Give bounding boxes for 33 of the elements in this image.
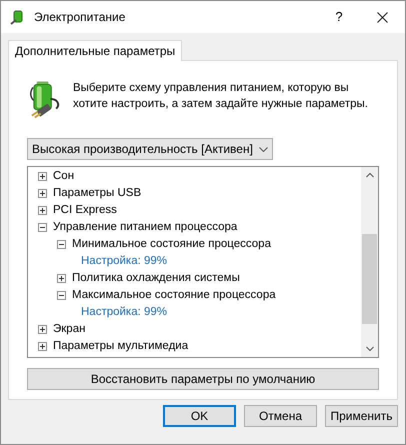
expand-icon[interactable]	[38, 342, 47, 351]
collapse-icon[interactable]	[38, 223, 47, 232]
plan-dropdown[interactable]: Высокая производительность [Активен]	[27, 138, 273, 160]
tab[interactable]: Дополнительные параметры	[8, 40, 182, 61]
collapse-icon[interactable]	[57, 240, 66, 249]
setting-value[interactable]: Настройка: 99%	[81, 252, 168, 270]
tree-item[interactable]: Параметры мультимедиа	[53, 338, 188, 356]
tree-item[interactable]: Параметры USB	[53, 184, 142, 202]
help-button[interactable]: ?	[319, 1, 359, 33]
expand-icon[interactable]	[38, 189, 47, 198]
restore-defaults-button[interactable]: Восстановить параметры по умолчанию	[27, 368, 379, 390]
tree-item[interactable]: Минимальное состояние процессора	[72, 236, 271, 254]
window-title: Электропитание	[34, 9, 126, 26]
tree-item[interactable]: Политика охлаждения системы	[72, 270, 240, 288]
intro-text: Выберите схему управления питанием, которую вы хотите настроить, а затем задайте нужные параметры.	[72, 81, 369, 112]
expand-icon[interactable]	[38, 325, 47, 334]
dialog-button[interactable]: Применить	[325, 405, 398, 427]
close-icon	[376, 12, 388, 22]
tree-item[interactable]: Сон	[53, 168, 74, 186]
expand-icon[interactable]	[57, 274, 66, 283]
expand-icon[interactable]	[38, 206, 47, 215]
scrollbar[interactable]	[361, 167, 378, 357]
tree-item[interactable]: Максимальное состояние процессора	[72, 286, 276, 304]
collapse-icon[interactable]	[57, 291, 66, 300]
tree-item[interactable]: Экран	[53, 320, 86, 338]
tree-item[interactable]: PCI Express	[53, 202, 117, 220]
tree-item[interactable]: Управление питанием процессора	[53, 218, 238, 236]
dialog-button[interactable]: Отмена	[244, 405, 317, 427]
expand-icon[interactable]	[38, 172, 47, 181]
setting-value[interactable]: Настройка: 99%	[81, 304, 168, 322]
scrollbar-thumb[interactable]	[362, 234, 377, 324]
chevron-down-icon	[258, 146, 268, 152]
dialog-button[interactable]: OK	[163, 405, 236, 427]
